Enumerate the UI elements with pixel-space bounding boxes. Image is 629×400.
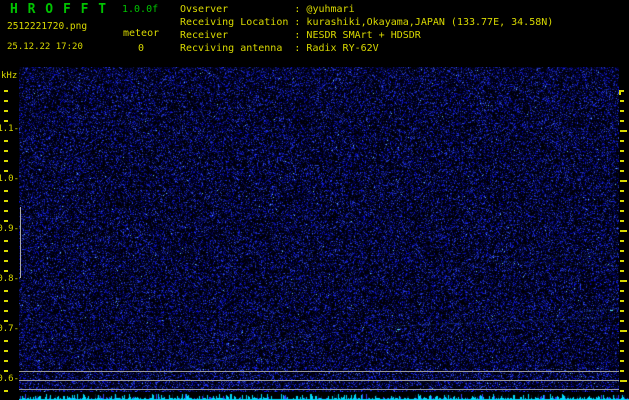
freq-minor-tick-left — [4, 120, 8, 122]
info-line: Ovserver : @yuhmari — [180, 4, 355, 15]
freq-minor-tick-left — [4, 270, 8, 272]
reference-line — [19, 380, 619, 381]
freq-minor-tick-right — [620, 150, 624, 152]
freq-minor-tick-left — [4, 110, 8, 112]
freq-minor-tick-left — [4, 350, 8, 352]
freq-minor-tick-right — [620, 300, 624, 302]
filename-label: 2512221720.png — [7, 21, 88, 32]
freq-minor-tick-left — [4, 140, 8, 142]
freq-minor-tick-left — [4, 190, 8, 192]
info-line: Receiving Location : kurashiki,Okayama,J… — [180, 17, 554, 28]
freq-major-tick-right — [620, 280, 627, 282]
freq-minor-tick-right — [620, 310, 624, 312]
version-label: 1.0.0f — [122, 4, 159, 15]
freq-minor-tick-right — [620, 360, 624, 362]
freq-label: 0.9- — [0, 224, 19, 234]
freq-minor-tick-left — [4, 300, 8, 302]
freq-minor-tick-right — [620, 90, 624, 92]
freq-major-tick-right — [620, 380, 627, 382]
freq-label: 0.6- — [0, 374, 19, 384]
freq-minor-tick-left — [4, 170, 8, 172]
freq-minor-tick-right — [620, 220, 624, 222]
spectrogram-canvas — [19, 67, 619, 392]
freq-label: 0.8- — [0, 274, 19, 284]
info-line: Recviving antenna : Radix RY-62V — [180, 43, 379, 54]
freq-label: 1.0- — [0, 174, 19, 184]
observer-info-panel: Ovserver : @yuhmari Receiving Location : … — [180, 3, 553, 55]
freq-minor-tick-left — [4, 340, 8, 342]
freq-minor-tick-right — [620, 110, 624, 112]
freq-minor-tick-right — [620, 170, 624, 172]
freq-minor-tick-right — [620, 190, 624, 192]
freq-minor-tick-left — [4, 290, 8, 292]
hrofft-screen: H R O F F T 1.0.0f 2512221720.png meteor… — [0, 0, 629, 400]
freq-minor-tick-right — [620, 140, 624, 142]
freq-major-tick-right — [620, 180, 627, 182]
freq-minor-tick-left — [4, 160, 8, 162]
freq-minor-tick-left — [4, 90, 8, 92]
reference-line — [19, 389, 619, 390]
freq-minor-tick-right — [620, 120, 624, 122]
datetime-label: 25.12.22 17:20 — [7, 42, 83, 52]
freq-major-tick-right — [620, 130, 627, 132]
freq-minor-tick-right — [620, 270, 624, 272]
freq-minor-tick-left — [4, 260, 8, 262]
freq-minor-tick-right — [620, 240, 624, 242]
freq-minor-tick-right — [620, 160, 624, 162]
freq-minor-tick-left — [4, 360, 8, 362]
freq-minor-tick-right — [620, 100, 624, 102]
reference-line — [19, 371, 619, 372]
freq-minor-tick-right — [620, 200, 624, 202]
left-edge-marker-bar — [20, 207, 21, 278]
freq-minor-tick-left — [4, 100, 8, 102]
freq-label: 0.7- — [0, 324, 19, 334]
freq-label: 1.1- — [0, 124, 19, 134]
signal-strip-canvas — [19, 392, 629, 400]
freq-minor-tick-left — [4, 200, 8, 202]
freq-minor-tick-left — [4, 240, 8, 242]
freq-minor-tick-left — [4, 220, 8, 222]
freq-minor-tick-left — [4, 390, 8, 392]
echo-count: 0 — [138, 43, 145, 54]
freq-minor-tick-left — [4, 210, 8, 212]
freq-minor-tick-left — [4, 320, 8, 322]
freq-minor-tick-right — [620, 210, 624, 212]
freq-minor-tick-right — [620, 260, 624, 262]
mode-label: meteor — [123, 28, 160, 39]
freq-minor-tick-left — [4, 310, 8, 312]
freq-major-tick-right — [620, 230, 627, 232]
info-line: Receiver : NESDR SMArt + HDSDR — [180, 30, 421, 41]
freq-minor-tick-right — [620, 340, 624, 342]
freq-minor-tick-right — [620, 250, 624, 252]
freq-minor-tick-right — [620, 320, 624, 322]
freq-major-tick-right — [620, 330, 627, 332]
freq-minor-tick-right — [620, 370, 624, 372]
freq-minor-tick-right — [620, 290, 624, 292]
y-axis-unit-label: kHz — [1, 71, 18, 81]
freq-minor-tick-left — [4, 370, 8, 372]
app-title: H R O F F T — [10, 2, 108, 17]
freq-minor-tick-left — [4, 150, 8, 152]
freq-minor-tick-right — [620, 350, 624, 352]
freq-minor-tick-left — [4, 250, 8, 252]
